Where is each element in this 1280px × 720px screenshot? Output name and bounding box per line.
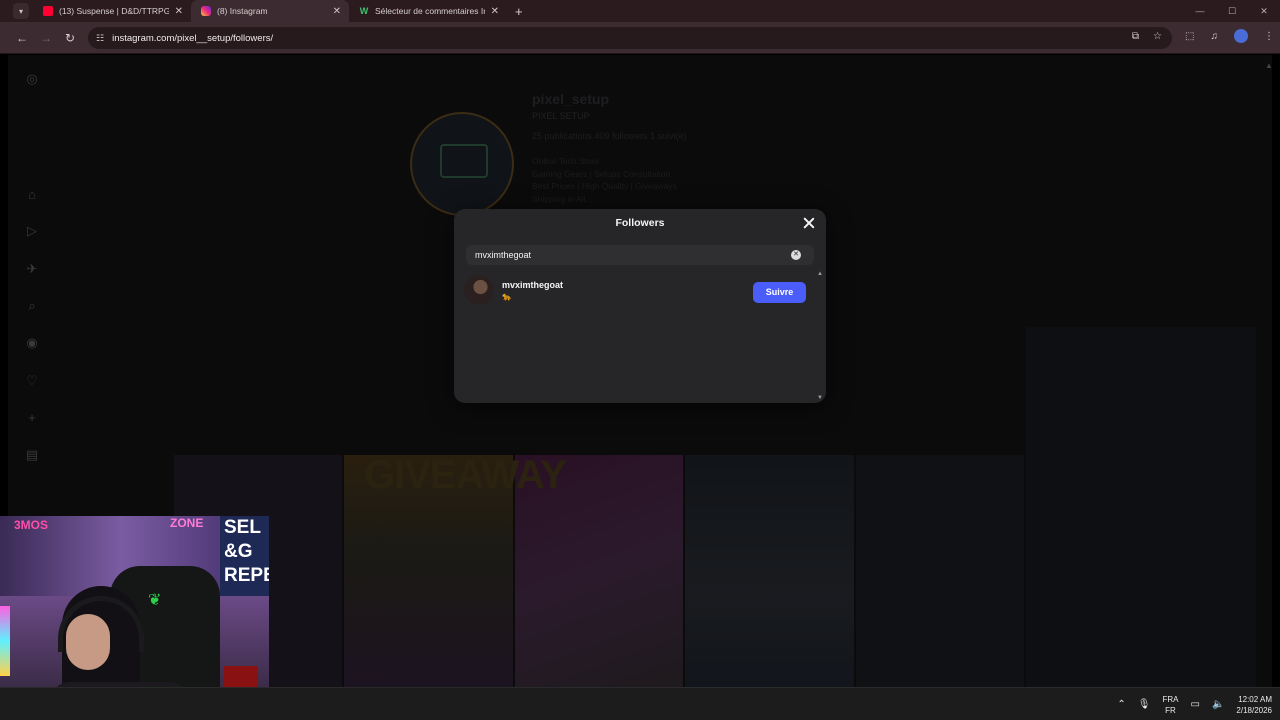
scroll-down-icon[interactable]: ▼ [816, 395, 824, 401]
close-window-icon[interactable]: ✕ [1248, 0, 1280, 22]
instagram-icon [201, 6, 211, 16]
list-item[interactable]: mvximthegoat 🐆 Suivre [464, 274, 806, 306]
site-info-icon[interactable]: ☷ [96, 33, 104, 44]
media-controls-icon[interactable]: ♫ [1211, 31, 1219, 42]
neon-sign-left: 3MOS [14, 518, 49, 532]
window-controls: — ☐ ✕ [1184, 0, 1280, 22]
keyboard-layout: FR [1165, 705, 1176, 715]
new-tab-button[interactable]: + [515, 4, 523, 19]
led-strip [0, 606, 10, 676]
avatar[interactable] [464, 275, 494, 305]
followers-list: mvximthegoat 🐆 Suivre [454, 271, 814, 399]
follower-username[interactable]: mvximthegoat [502, 280, 563, 290]
clock-date: 2/18/2026 [1236, 705, 1272, 715]
system-tray: ⌃ 🎙 FRA FR ▭ 🔈 12:02 AM 2/18/2026 [1117, 688, 1272, 720]
tab-title: (13) Suspense | D&D/TTRPG M [59, 6, 169, 16]
tab-title: Sélecteur de commentaires Inst [375, 6, 485, 16]
maximize-icon[interactable]: ☐ [1216, 0, 1248, 22]
network-icon[interactable]: ▭ [1191, 699, 1200, 710]
dialog-title: Followers [615, 217, 665, 229]
profile-bio: Online Tech Store Gaming Gears | Setups … [532, 155, 677, 205]
tab-title: (8) Instagram [217, 6, 268, 16]
tab-youtube[interactable]: (13) Suspense | D&D/TTRPG M ✕ [33, 0, 191, 22]
address-bar[interactable]: ☷ instagram.com/pixel__setup/followers/ … [88, 27, 1172, 49]
profile-stats: 25 publications 409 followers 1 suivi(e) [532, 131, 687, 141]
search-icon[interactable]: ⌕ [24, 298, 40, 314]
w-logo-icon: W [359, 6, 369, 16]
tab-instagram[interactable]: (8) Instagram ✕ [191, 0, 349, 22]
reels-icon[interactable]: ▷ [24, 223, 40, 239]
messages-icon[interactable]: ✈ [24, 261, 40, 277]
dashboard-icon[interactable]: ▤ [24, 447, 40, 463]
microphone-icon[interactable]: 🎙 [1138, 699, 1151, 710]
forward-arrow-icon[interactable]: → [34, 31, 58, 45]
volume-icon[interactable]: 🔈 [1212, 699, 1224, 710]
giveaway-post-text: GIVEAWAY [364, 453, 567, 497]
neon-sign-right: ZONE [170, 516, 204, 530]
wall-sign: SEL&GREPE [220, 516, 269, 596]
clear-search-icon[interactable]: ✕ [791, 250, 801, 260]
close-tab-icon[interactable]: ✕ [175, 6, 183, 17]
tab-comment-picker[interactable]: W Sélecteur de commentaires Inst ✕ [349, 0, 507, 22]
browser-toolbar: ← → ↻ ☷ instagram.com/pixel__setup/follo… [0, 22, 1280, 54]
clock[interactable]: 12:02 AM 2/18/2026 [1236, 694, 1272, 716]
home-icon[interactable]: ⌂ [24, 187, 40, 203]
explore-icon[interactable]: ◉ [24, 335, 40, 351]
back-arrow-icon[interactable]: ← [10, 31, 34, 45]
menu-kebab-icon[interactable]: ⋮ [1264, 31, 1274, 42]
minimize-icon[interactable]: — [1184, 0, 1216, 22]
post-grid [174, 455, 1025, 687]
post-thumbnail[interactable] [685, 455, 854, 687]
page-scrollbar[interactable]: ▲ [1262, 55, 1272, 687]
followers-search: ✕ [466, 245, 814, 265]
dialog-scrollbar[interactable]: ▲ ▼ [816, 271, 824, 401]
search-input[interactable] [466, 250, 786, 260]
close-icon[interactable] [801, 215, 817, 231]
youtube-icon [43, 6, 53, 16]
bio-line: Gaming Gears | Setups Consultation [532, 168, 671, 179]
post-thumbnail[interactable] [855, 455, 1025, 687]
bookmark-star-icon[interactable]: ☆ [1153, 31, 1162, 42]
notifications-icon[interactable]: ♡ [24, 373, 40, 389]
clock-time: 12:02 AM [1238, 694, 1272, 704]
bio-line: Online Tech Store [532, 156, 600, 166]
profile-username: pixel_setup [532, 91, 610, 107]
extensions-icon[interactable]: ⬚ [1185, 31, 1194, 42]
reload-icon[interactable]: ↻ [58, 31, 82, 45]
follow-button[interactable]: Suivre [753, 282, 806, 303]
bio-line: Best Prices | High Quality | Giveaways [532, 181, 677, 191]
tab-search-button[interactable]: ▾ [13, 3, 29, 19]
scroll-up-icon[interactable]: ▲ [816, 271, 824, 277]
language-indicator[interactable]: FRA FR [1163, 694, 1179, 716]
bio-line: Shipping in All... [532, 193, 593, 204]
create-icon[interactable]: + [24, 410, 40, 426]
profile-avatar[interactable] [1234, 29, 1248, 43]
taskbar: ⌃ 🎙 FRA FR ▭ 🔈 12:02 AM 2/18/2026 [0, 687, 1280, 720]
profile-picture [410, 112, 514, 216]
profile-full-name: PIXEL SETUP [532, 111, 590, 121]
close-tab-icon[interactable]: ✕ [491, 6, 499, 17]
dialog-header: Followers [454, 209, 826, 239]
chevron-up-icon[interactable]: ⌃ [1117, 699, 1125, 710]
follower-full-name: 🐆 [502, 291, 512, 301]
side-preview-panel [1026, 327, 1256, 687]
followers-dialog: Followers ✕ mvximthegoat 🐆 Suivre ▲ ▼ [454, 209, 826, 403]
razer-logo-icon: ❦ [148, 592, 162, 609]
close-tab-icon[interactable]: ✕ [333, 6, 341, 17]
language-code: FRA [1162, 694, 1179, 704]
browser-tab-strip: ▾ (13) Suspense | D&D/TTRPG M ✕ (8) Inst… [0, 0, 1280, 22]
install-app-icon[interactable]: ⧉ [1132, 31, 1139, 42]
url-text: instagram.com/pixel__setup/followers/ [112, 32, 274, 44]
instagram-logo-icon[interactable]: ◎ [24, 71, 40, 87]
